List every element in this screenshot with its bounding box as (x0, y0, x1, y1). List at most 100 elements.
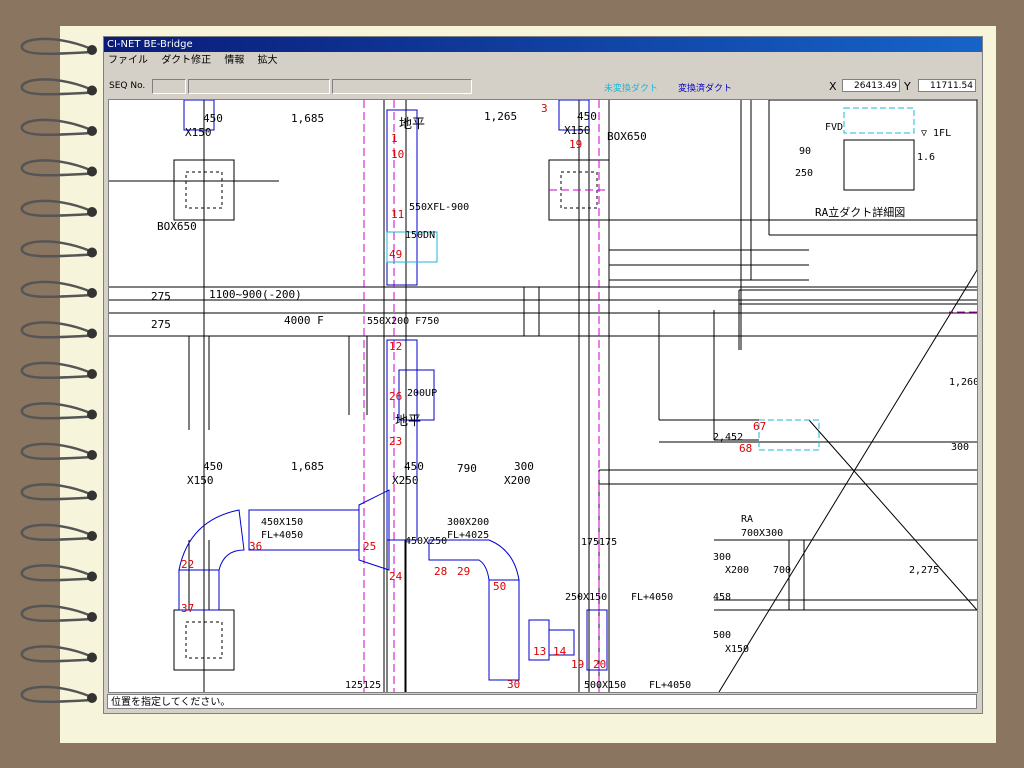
spiral-hole (87, 207, 97, 217)
marker-19b: 19 (571, 658, 584, 671)
dimension-labels: 450 X150 1,685 地平 1,265 450 X150 BOX650 … (151, 110, 977, 691)
label-500: 500 (713, 630, 731, 641)
y-coordinate-field[interactable]: 11711.54 (918, 79, 976, 92)
marker-29: 29 (457, 565, 470, 578)
menu-file[interactable]: ファイル (108, 55, 148, 66)
label-range: 1100~900(-200) (209, 288, 302, 301)
spiral-hole (87, 288, 97, 298)
x-coordinate-field[interactable]: 26413.49 (842, 79, 900, 92)
spiral-ring (20, 523, 93, 542)
label-175175-a: 175175 (581, 537, 617, 548)
box-dashed (185, 171, 598, 659)
label-x200-a: X200 (504, 474, 531, 487)
label-700: 700 (773, 565, 791, 576)
spiral-hole (87, 85, 97, 96)
label-200up: 200UP (407, 388, 437, 399)
spiral-hole (87, 45, 97, 55)
label-chihei-b: 地平 (395, 414, 421, 429)
spiral-hole (87, 531, 97, 541)
label-150dn: 150DN (405, 230, 435, 241)
seq-field-2[interactable] (188, 79, 330, 94)
marker-30: 30 (507, 678, 520, 691)
marker-36: 36 (249, 540, 262, 553)
spiral-ring (20, 604, 93, 623)
label-250x150: 250X150 (565, 592, 607, 603)
app-window: CI-NET BE-Bridge ファイル ダクト修正 情報 拡大 SEQ No… (103, 36, 983, 714)
marker-1: 1 (391, 132, 398, 145)
seq-field[interactable] (152, 79, 186, 94)
legend-unconverted: 未変換ダクト (604, 84, 659, 94)
label-fl4000: 4000 F (284, 314, 324, 327)
label-d450-a: 450 (203, 112, 223, 125)
label-450x150: 450X150 (261, 517, 303, 528)
spiral-hole (87, 490, 97, 501)
marker-37: 37 (181, 602, 194, 615)
label-d450-d: 450 (404, 460, 424, 473)
status-bar: 位置を指定してください。 (107, 694, 977, 709)
spiral-ring (20, 280, 93, 299)
marker-12: 12 (389, 340, 402, 353)
marker-20: 20 (593, 658, 606, 671)
spiral-ring (20, 118, 93, 137)
label-500x150: 500X150 (584, 680, 626, 691)
label-450x250: 450X250 (405, 536, 447, 547)
marker-24: 24 (389, 570, 403, 583)
label-d450-c: 450 (203, 460, 223, 473)
spiral-hole (87, 409, 97, 420)
spiral-hole (87, 247, 97, 258)
spiral-binding (14, 34, 114, 738)
label-fl-900: 550XFL-900 (409, 202, 469, 213)
label-chihei-a: 地平 (399, 117, 425, 132)
duct-drawing: 450 X150 1,685 地平 1,265 450 X150 BOX650 … (109, 100, 977, 692)
marker-11: 11 (391, 208, 404, 221)
marker-10: 10 (391, 148, 404, 161)
menu-zoom[interactable]: 拡大 (258, 55, 278, 66)
label-fl4025: FL+4025 (447, 530, 489, 541)
label-x150-a: X150 (185, 126, 212, 139)
label-x250: X250 (392, 474, 419, 487)
menu-info[interactable]: 情報 (224, 55, 244, 66)
seq-field-3[interactable] (332, 79, 472, 94)
y-label: Y (904, 80, 911, 93)
label-fl4050-b: FL+4050 (631, 592, 673, 603)
marker-25: 25 (363, 540, 376, 553)
menu-duct-edit[interactable]: ダクト修正 (161, 55, 211, 66)
cad-canvas[interactable]: 450 X150 1,685 地平 1,265 450 X150 BOX650 … (108, 99, 978, 693)
label-x200-fl: 550X200 F750 (367, 316, 439, 327)
marker-50: 50 (493, 580, 506, 593)
label-2275: 2,275 (909, 565, 939, 576)
structure-lines (109, 100, 977, 692)
label-ra: RA (741, 514, 753, 525)
spiral-ring (20, 78, 93, 96)
marker-67: 67 (753, 420, 766, 433)
marker-49: 49 (389, 248, 402, 261)
marker-68: 68 (739, 442, 752, 455)
center-lines (363, 100, 977, 692)
label-275-b: 275 (151, 318, 171, 331)
label-d300-a: 300 (514, 460, 534, 473)
spiral-hole (87, 612, 97, 622)
label-d1685-b: 1,685 (291, 460, 324, 473)
label-1-6: 1.6 (917, 152, 935, 163)
label-box650-b: BOX650 (157, 220, 197, 233)
label-ra-detail: RA立ダクト詳細図 (815, 205, 905, 219)
spiral-ring (20, 199, 93, 218)
spiral-hole (87, 369, 97, 379)
label-fvd: FVD (825, 122, 843, 133)
spiral-ring (20, 645, 93, 663)
spiral-ring (20, 159, 93, 177)
spiral-hole (87, 126, 97, 136)
label-d450-b: 450 (577, 110, 597, 123)
spiral-hole (87, 166, 97, 177)
spiral-ring (20, 361, 93, 380)
spiral-hole (87, 328, 97, 339)
spiral-hole (87, 652, 97, 663)
spiral-ring (20, 321, 93, 339)
label-ra700: 700X300 (741, 528, 783, 539)
label-250: 250 (795, 168, 813, 179)
x-label: X (829, 80, 837, 93)
spiral-hole (87, 693, 97, 703)
spiral-ring (20, 483, 93, 501)
label-275-a: 275 (151, 290, 171, 303)
window-title: CI-NET BE-Bridge (104, 37, 982, 52)
